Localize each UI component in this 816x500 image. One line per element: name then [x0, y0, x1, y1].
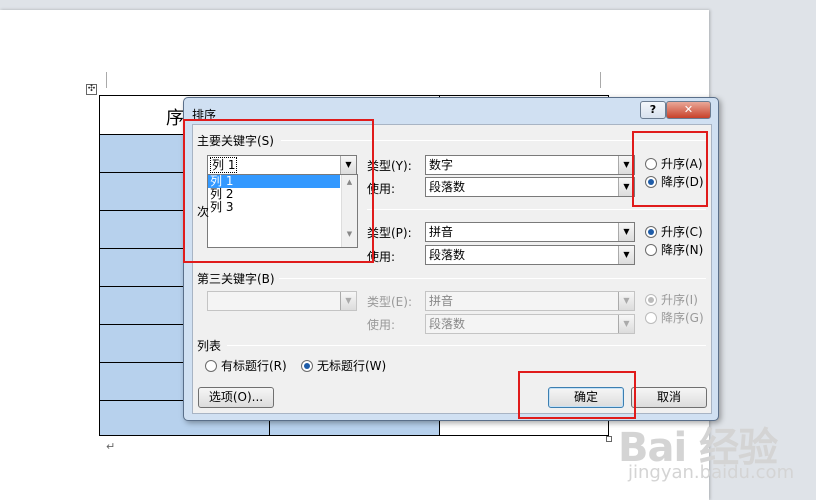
radio-label: 升序(C) [661, 225, 703, 239]
chevron-down-icon[interactable]: ▼ [618, 292, 634, 310]
radio-selected-icon [645, 225, 657, 238]
secondary-use-value: 段落数 [429, 248, 466, 262]
tertiary-key-group-label: 第三关键字(B) [197, 272, 275, 286]
tertiary-use-combo[interactable]: 段落数 ▼ [425, 314, 635, 334]
secondary-type-combo[interactable]: 拼音 ▼ [425, 222, 635, 242]
primary-type-value: 数字 [429, 158, 454, 172]
secondary-use-combo[interactable]: 段落数 ▼ [425, 245, 635, 265]
radio-label: 降序(N) [661, 243, 704, 257]
secondary-asc-radio[interactable]: 升序(C) [645, 223, 703, 240]
tertiary-desc-radio[interactable]: 降序(G) [645, 309, 704, 326]
cancel-button[interactable]: 取消 [631, 387, 707, 408]
table-header-cell: 序 [166, 108, 184, 129]
chevron-down-icon[interactable]: ▼ [340, 292, 356, 310]
margin-mark-left [106, 72, 107, 88]
radio-icon [205, 359, 217, 372]
secondary-desc-radio[interactable]: 降序(N) [645, 241, 703, 258]
chevron-down-icon[interactable]: ▼ [618, 315, 634, 333]
has-header-radio[interactable]: 有标题行(R) [205, 357, 287, 374]
watermark-url: jingyan.baidu.com [628, 462, 795, 483]
group-divider [367, 209, 706, 210]
group-divider [279, 278, 706, 279]
chevron-down-icon[interactable]: ▼ [618, 246, 634, 264]
chevron-down-icon[interactable]: ▼ [618, 223, 634, 241]
secondary-type-value: 拼音 [429, 225, 454, 239]
paragraph-mark: ↵ [106, 440, 116, 453]
table-move-handle[interactable]: ✣ [86, 84, 97, 95]
group-divider [227, 345, 706, 346]
tertiary-asc-radio[interactable]: 升序(I) [645, 291, 698, 308]
radio-label: 降序(G) [661, 311, 704, 325]
tertiary-key-combo[interactable]: ▼ [207, 291, 357, 311]
primary-use-combo[interactable]: 段落数 ▼ [425, 177, 635, 197]
list-group-label: 列表 [197, 339, 222, 353]
highlight-ok-button [518, 371, 636, 419]
options-button[interactable]: 选项(O)... [198, 387, 274, 408]
primary-type-combo[interactable]: 数字 ▼ [425, 155, 635, 175]
highlight-sort-order [632, 131, 708, 207]
tertiary-use-label: 使用: [367, 318, 396, 332]
close-button[interactable]: ✕ [666, 101, 711, 119]
radio-label: 升序(I) [661, 293, 698, 307]
tertiary-use-value: 段落数 [429, 317, 466, 331]
margin-mark-right [600, 72, 601, 88]
radio-selected-icon [301, 359, 313, 372]
radio-icon [645, 243, 657, 256]
radio-icon [645, 311, 657, 324]
table-resize-handle[interactable] [606, 436, 612, 442]
primary-use-value: 段落数 [429, 180, 466, 194]
radio-label: 有标题行(R) [221, 359, 287, 373]
radio-label: 无标题行(W) [317, 359, 387, 373]
tertiary-type-value: 拼音 [429, 294, 454, 308]
tertiary-type-label: 类型(E): [367, 295, 412, 309]
radio-selected-icon [645, 293, 657, 306]
no-header-radio[interactable]: 无标题行(W) [301, 357, 386, 374]
highlight-primary-key [183, 119, 374, 263]
tertiary-type-combo[interactable]: 拼音 ▼ [425, 291, 635, 311]
help-button[interactable]: ? [640, 101, 666, 119]
